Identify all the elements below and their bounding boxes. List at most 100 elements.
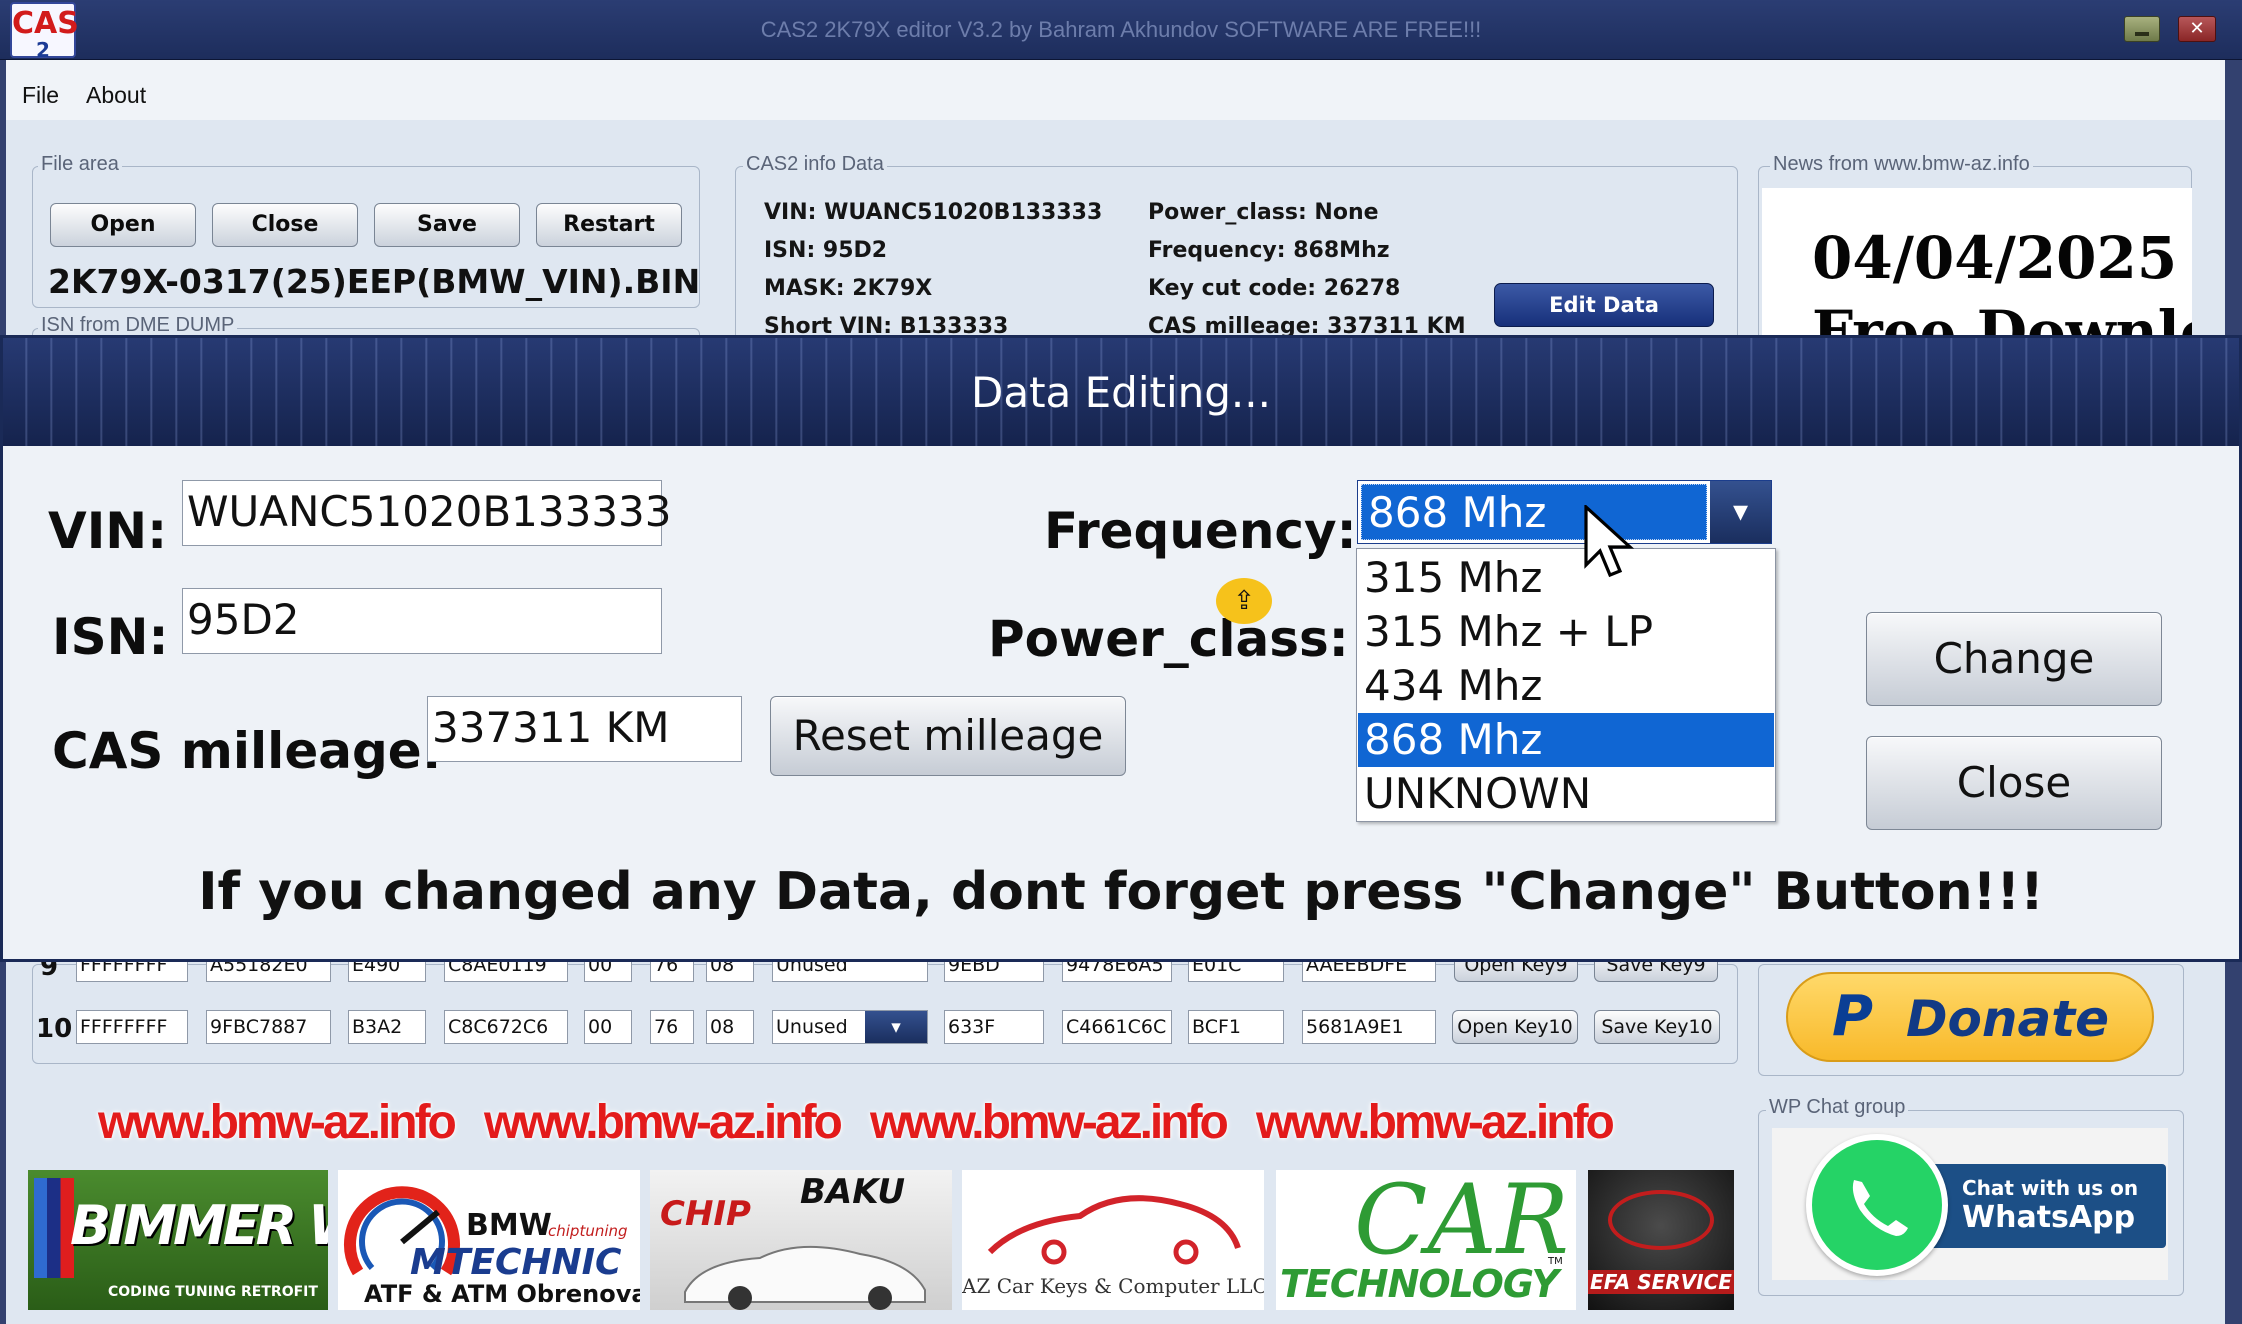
sponsor-mtechnic-logo[interactable]: BMW chiptuning MTECHNIC ATF & ATM Obreno… xyxy=(338,1170,640,1310)
open-key10-button[interactable]: Open Key10 xyxy=(1452,1010,1578,1044)
frequency-option-315-lp[interactable]: 315 Mhz + LP xyxy=(1358,605,1774,659)
key-cell[interactable]: E01C xyxy=(1188,962,1284,982)
key-cell[interactable]: 76 xyxy=(650,1010,694,1044)
car-outline-icon xyxy=(987,1195,1241,1265)
key-row-number: 10 xyxy=(36,1014,73,1044)
website-link[interactable]: www.bmw-az.info xyxy=(1256,1095,1615,1150)
dialog-close-button[interactable]: Close xyxy=(1866,736,2162,830)
logo-text-2: 2 xyxy=(36,38,50,62)
emblem-icon xyxy=(1608,1190,1714,1250)
key-status-select[interactable]: Unused xyxy=(772,962,928,982)
key-cell[interactable]: FFFFFFFF xyxy=(76,962,188,982)
vin-input[interactable]: WUANC51020B133333 xyxy=(182,480,672,546)
frequency-option-868[interactable]: 868 Mhz xyxy=(1358,713,1774,767)
donate-label: Donate xyxy=(1906,990,2110,1048)
whatsapp-icon xyxy=(1806,1134,1948,1276)
close-icon: ✕ xyxy=(2189,18,2205,39)
frequency-option-unknown[interactable]: UNKNOWN xyxy=(1358,767,1774,821)
chevron-down-icon[interactable]: ▾ xyxy=(1710,481,1771,543)
dialog-titlebar: Data Editing... xyxy=(3,338,2239,446)
key-cell[interactable]: BCF1 xyxy=(1188,1010,1284,1044)
whatsapp-line1: Chat with us on xyxy=(1962,1176,2139,1200)
key-cell[interactable]: 9FBC7887 xyxy=(206,1010,331,1044)
whatsapp-line2: WhatsApp xyxy=(1962,1200,2136,1235)
save-button[interactable]: Save xyxy=(374,203,520,247)
sponsor-bimmer-works-logo[interactable]: BIMMER WORKS CODING TUNING RETROFIT xyxy=(28,1170,328,1310)
minimize-button[interactable] xyxy=(2124,16,2160,42)
chevron-down-icon[interactable]: ▾ xyxy=(865,1011,927,1043)
donate-button[interactable]: P Donate xyxy=(1786,972,2154,1062)
menu-file[interactable]: File xyxy=(22,82,59,109)
key-status-select[interactable]: Unused ▾ xyxy=(772,1010,928,1044)
sponsor-az-car-keys-logo[interactable]: AZ Car Keys & Computer LLC xyxy=(962,1170,1264,1310)
m-stripes-icon xyxy=(34,1178,74,1278)
website-link[interactable]: www.bmw-az.info xyxy=(98,1095,457,1150)
key-cell[interactable]: 00 xyxy=(584,1010,632,1044)
key-cell[interactable]: 9478E6A5 xyxy=(1062,962,1172,982)
sponsor-name: EFA SERVICE xyxy=(1588,1270,1734,1294)
key-cell[interactable]: B3A2 xyxy=(348,1010,426,1044)
key-cell[interactable]: FFFFFFFF xyxy=(76,1010,188,1044)
key-cell[interactable]: 5681A9E1 xyxy=(1302,1010,1436,1044)
info-power-class: Power_class: None xyxy=(1148,200,1379,225)
app-logo-icon: CAS 2 xyxy=(10,2,79,62)
sponsor-chip-baku-logo[interactable]: CHIP BAKU xyxy=(650,1170,952,1310)
news-headline: Free Downloa xyxy=(1812,298,2192,336)
paypal-icon: P xyxy=(1832,984,1874,1049)
key-cell[interactable]: 633F xyxy=(944,1010,1044,1044)
edit-data-button[interactable]: Edit Data xyxy=(1494,283,1714,327)
change-button[interactable]: Change xyxy=(1866,612,2162,706)
caps-indicator-icon: ⇪ xyxy=(1216,578,1272,624)
window-close-button[interactable]: ✕ xyxy=(2178,16,2216,42)
key-cell[interactable]: C8C672C6 xyxy=(444,1010,568,1044)
whatsapp-chat-button[interactable]: Chat with us on WhatsApp xyxy=(1772,1128,2168,1280)
key-cell[interactable]: 08 xyxy=(706,1010,754,1044)
isn-input[interactable]: 95D2 xyxy=(182,588,662,654)
mileage-label: CAS milleage: xyxy=(52,722,442,780)
mileage-input[interactable]: 337311 KM xyxy=(427,696,742,762)
sponsor-technology-logo[interactable]: CAR TECHNOLOGY TM xyxy=(1276,1170,1576,1310)
close-file-button[interactable]: Close xyxy=(212,203,358,247)
wp-chat-label: WP Chat group xyxy=(1766,1096,1909,1119)
restart-button[interactable]: Restart xyxy=(536,203,682,247)
key-cell[interactable]: 9EBD xyxy=(944,962,1044,982)
key-cell[interactable]: 76 xyxy=(650,962,694,982)
reset-mileage-button[interactable]: Reset milleage xyxy=(770,696,1126,776)
save-key10-button[interactable]: Save Key10 xyxy=(1594,1010,1720,1044)
logo-text-cas: CAS xyxy=(12,6,79,41)
power-class-label: Power_class: xyxy=(988,610,1349,668)
key-cell[interactable]: C4661C6C xyxy=(1062,1010,1172,1044)
frequency-option-315[interactable]: 315 Mhz xyxy=(1358,551,1774,605)
key-cell[interactable]: AAEEBDFE xyxy=(1302,962,1436,982)
info-vin: VIN: WUANC51020B133333 xyxy=(764,200,1103,225)
sponsor-efa-service-logo[interactable]: EFA SERVICE xyxy=(1588,1170,1734,1310)
frequency-select[interactable]: 868 Mhz ▾ xyxy=(1357,480,1772,544)
isn-label: ISN: xyxy=(52,608,169,666)
info-mask: MASK: 2K79X xyxy=(764,276,933,301)
menu-about[interactable]: About xyxy=(86,82,146,109)
sponsor-name: MTECHNIC xyxy=(410,1242,622,1283)
file-area-label: File area xyxy=(38,153,122,176)
sponsor-big: CAR xyxy=(1354,1170,1570,1276)
frequency-option-434[interactable]: 434 Mhz xyxy=(1358,659,1774,713)
key-cell[interactable]: E490 xyxy=(348,962,426,982)
window-title: CAS2 2K79X editor V3.2 by Bahram Akhundo… xyxy=(760,17,1482,42)
warning-message: If you changed any Data, dont forget pre… xyxy=(198,862,2044,922)
sponsor-top2: chiptuning xyxy=(548,1222,628,1240)
key-cell[interactable]: A55182E0 xyxy=(206,962,331,982)
website-link[interactable]: www.bmw-az.info xyxy=(870,1095,1229,1150)
frequency-dropdown-list: 315 Mhz 315 Mhz + LP 434 Mhz 868 Mhz UNK… xyxy=(1356,548,1776,822)
dialog-title: Data Editing... xyxy=(971,368,1271,417)
sponsor-sub: ATF & ATM Obrenovac xyxy=(364,1280,640,1308)
key-cell[interactable]: C8AE0119 xyxy=(444,962,568,982)
website-link[interactable]: www.bmw-az.info xyxy=(484,1095,843,1150)
key-cell[interactable]: 08 xyxy=(706,962,754,982)
info-key-cut-code: Key cut code: 26278 xyxy=(1148,276,1401,301)
news-panel: 04/04/2025 Free Downloa xyxy=(1762,188,2192,336)
sponsor-sub: CODING TUNING RETROFIT xyxy=(108,1284,318,1300)
open-button[interactable]: Open xyxy=(50,203,196,247)
open-key9-button[interactable]: Open Key9 xyxy=(1454,962,1578,982)
key-cell[interactable]: 00 xyxy=(584,962,632,982)
save-key9-button[interactable]: Save Key9 xyxy=(1594,962,1718,982)
frequency-label: Frequency: xyxy=(1044,502,1357,560)
